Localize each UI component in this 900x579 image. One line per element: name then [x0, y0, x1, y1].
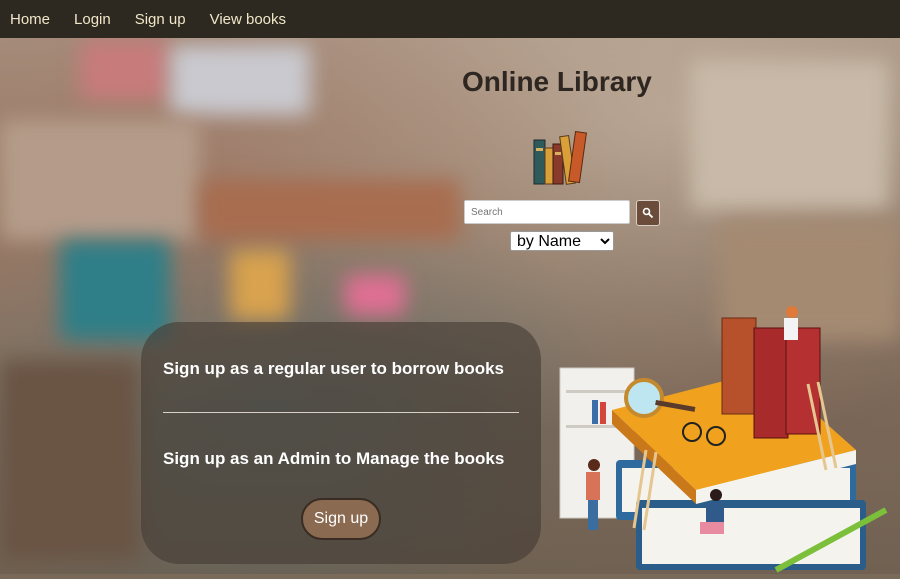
search-input[interactable]	[464, 200, 630, 224]
panel-divider	[163, 412, 519, 413]
admin-text: Sign up as an Admin to Manage the books	[163, 449, 505, 468]
search-filter-select[interactable]: by Name	[510, 231, 614, 251]
search-button[interactable]	[636, 200, 660, 226]
navbar: Home Login Sign up View books	[0, 0, 900, 38]
nav-login-link[interactable]: Login	[74, 11, 111, 28]
page-title: Online Library	[462, 66, 652, 97]
library-illustration	[556, 300, 900, 579]
nav-home-link[interactable]: Home	[10, 11, 50, 28]
regular-user-text: Sign up as a regular user to borrow book…	[163, 359, 505, 378]
signup-panel: Sign up as a regular user to borrow book…	[141, 322, 541, 564]
nav-signup-link[interactable]: Sign up	[135, 11, 186, 28]
signup-button[interactable]: Sign up	[301, 498, 381, 540]
magnifier-icon	[642, 207, 654, 219]
nav-view-books-link[interactable]: View books	[210, 11, 286, 28]
books-icon	[532, 126, 592, 191]
